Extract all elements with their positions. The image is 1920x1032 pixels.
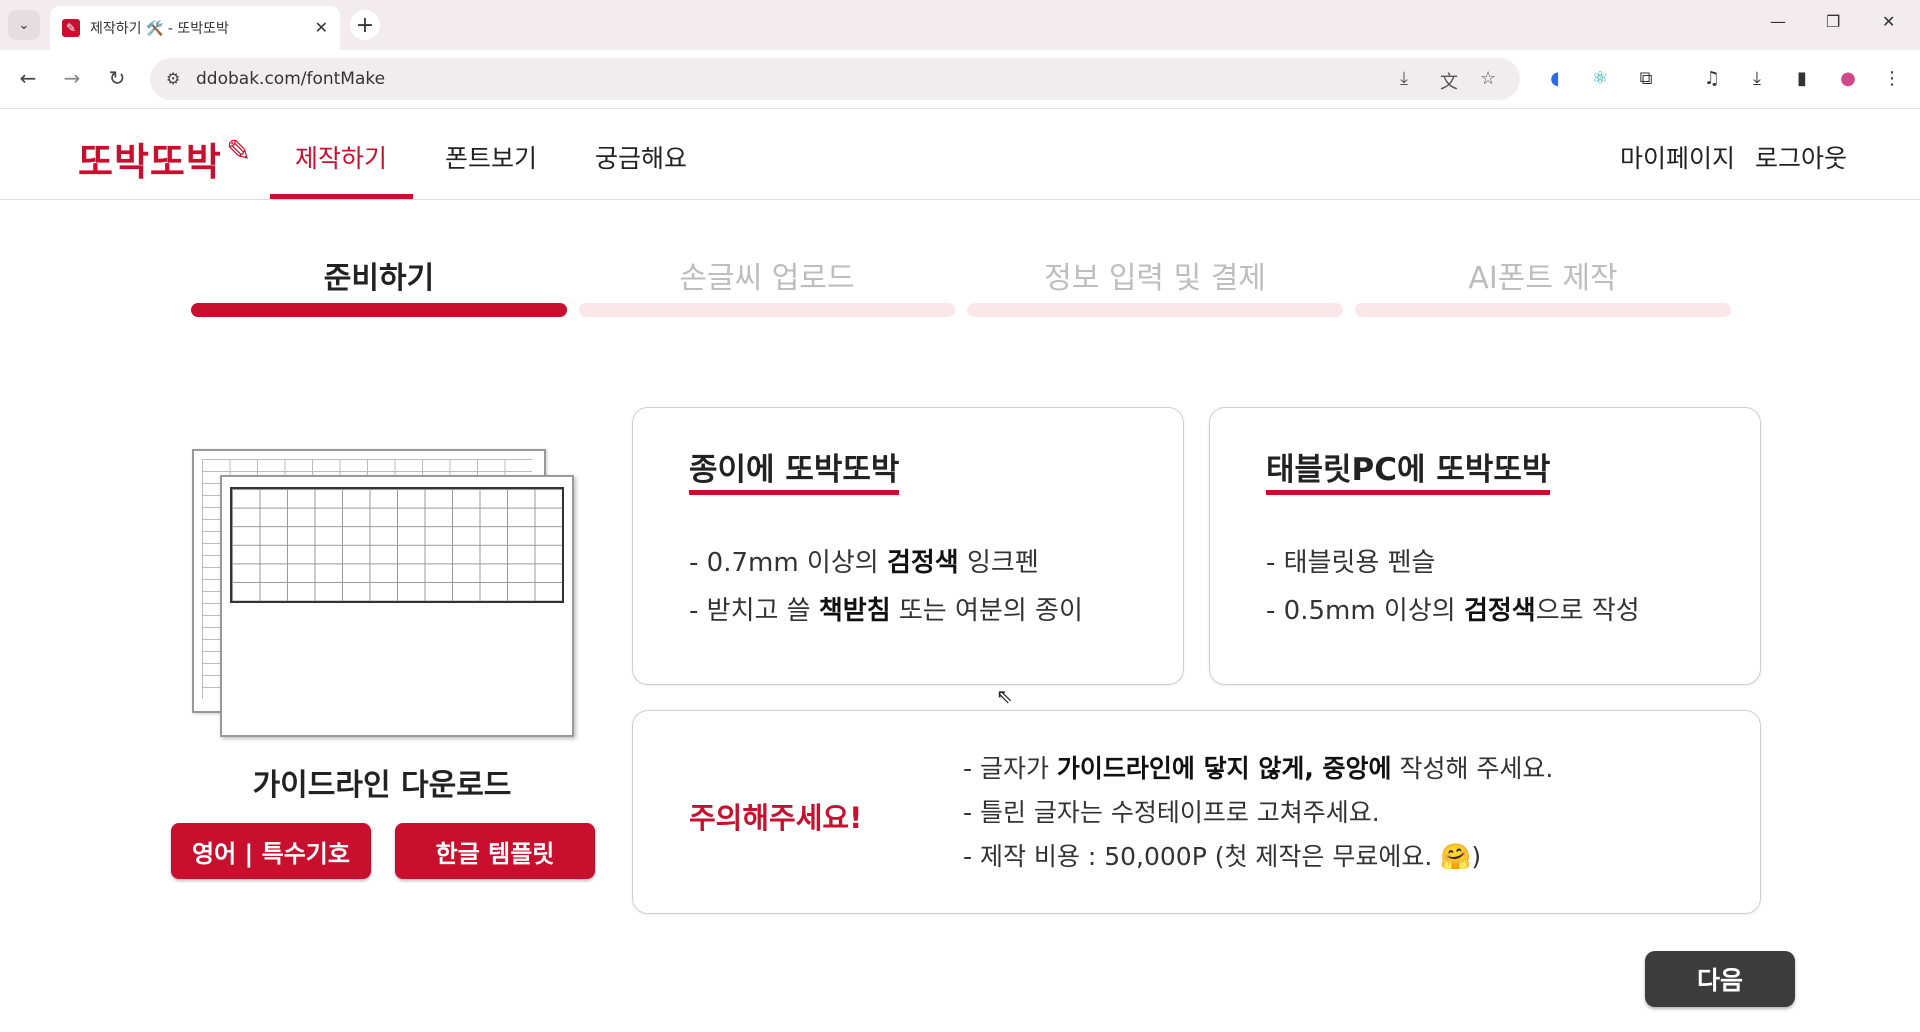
- guideline-download-title: 가이드라인 다운로드: [252, 768, 512, 803]
- profile-avatar-icon[interactable]: ●: [1836, 66, 1860, 90]
- paper-card-line-2: - 받치고 쓸 책받침 또는 여분의 종이: [689, 596, 1083, 626]
- notice-card: 주의해주세요! - 글자가 가이드라인에 닿지 않게, 중앙에 작성해 주세요.…: [632, 710, 1761, 914]
- logout-link[interactable]: 로그아웃: [1755, 139, 1847, 175]
- nav-make[interactable]: 제작하기: [295, 139, 387, 175]
- reload-icon[interactable]: ↻: [104, 66, 130, 90]
- step-bar-prepare: [191, 303, 567, 317]
- site-logo[interactable]: 또박또박: [78, 131, 222, 186]
- step-label-ai-font: AI폰트 제작: [1468, 261, 1618, 296]
- url-text[interactable]: ddobak.com/fontMake: [196, 69, 385, 89]
- download-korean-template-button[interactable]: 한글 템플릿: [395, 823, 595, 879]
- tablet-card-title: 태블릿PC에 또박또박: [1266, 452, 1551, 495]
- browser-menu-icon[interactable]: ⋮: [1880, 66, 1904, 90]
- chevron-down-icon: ⌄: [18, 17, 30, 33]
- back-icon[interactable]: ←: [15, 66, 41, 90]
- restore-icon[interactable]: ❐: [1826, 12, 1840, 31]
- step-bar-ai-font: [1355, 303, 1731, 317]
- step-label-prepare: 준비하기: [323, 261, 435, 296]
- next-button[interactable]: 다음: [1645, 951, 1795, 1007]
- extensions-puzzle-icon[interactable]: ⧉: [1634, 66, 1658, 90]
- notice-line-3: - 제작 비용 : 50,000P (첫 제작은 무료에요. 🤗): [963, 842, 1482, 871]
- mypage-link[interactable]: 마이페이지: [1620, 139, 1735, 175]
- close-icon[interactable]: ✕: [315, 18, 328, 37]
- translate-icon[interactable]: 文: [1440, 68, 1458, 94]
- tab-title: 제작하기 🛠️ - 또박또박: [90, 21, 229, 37]
- tablet-card-line-1: - 태블릿용 펜슬: [1266, 548, 1436, 578]
- window-close-icon[interactable]: ✕: [1882, 12, 1895, 31]
- paper-card-line-1: - 0.7mm 이상의 검정색 잉크펜: [689, 548, 1039, 578]
- tablet-card-line-2: - 0.5mm 이상의 검정색으로 작성: [1266, 596, 1640, 626]
- nav-faq[interactable]: 궁금해요: [595, 139, 687, 175]
- download-icon[interactable]: ⤓: [1745, 66, 1769, 90]
- step-bar-upload: [579, 303, 955, 317]
- step-bar-payment: [967, 303, 1343, 317]
- browser-tab[interactable]: ✎ 제작하기 🛠️ - 또박또박 ✕: [50, 6, 340, 50]
- paper-card-title: 종이에 또박또박: [689, 452, 900, 495]
- nav-fonts[interactable]: 폰트보기: [445, 139, 537, 175]
- active-nav-underline: [270, 194, 413, 199]
- notice-line-1: - 글자가 가이드라인에 닿지 않게, 중앙에 작성해 주세요.: [963, 754, 1554, 783]
- guideline-grid-front: [230, 487, 564, 603]
- notice-title: 주의해주세요!: [689, 801, 863, 835]
- new-tab-button[interactable]: +: [350, 10, 380, 40]
- plus-icon: +: [355, 12, 375, 38]
- mouse-cursor-icon: ⇖: [996, 684, 1013, 708]
- minimize-icon[interactable]: —: [1770, 12, 1786, 31]
- extension-react-icon[interactable]: ⚛: [1588, 66, 1612, 90]
- favicon-pencil-icon: ✎: [62, 19, 80, 37]
- forward-icon[interactable]: →: [59, 66, 85, 90]
- notice-line-2: - 틀린 글자는 수정테이프로 고쳐주세요.: [963, 798, 1380, 827]
- step-label-upload: 손글씨 업로드: [679, 261, 855, 296]
- download-english-symbols-button[interactable]: 영어 | 특수기호: [171, 823, 371, 879]
- pencil-icon: ✎: [226, 134, 252, 169]
- site-settings-icon[interactable]: ⚙: [166, 69, 180, 88]
- browser-tab-bar: ⌄ ✎ 제작하기 🛠️ - 또박또박 ✕ + — ❐ ✕: [0, 0, 1920, 50]
- install-app-icon[interactable]: ⤓: [1400, 68, 1408, 89]
- address-bar[interactable]: ⚙ ddobak.com/fontMake ⤓ 文 ☆: [150, 58, 1520, 100]
- guideline-preview-front: [220, 475, 574, 737]
- extension-wave-icon[interactable]: ◖: [1543, 66, 1567, 90]
- paper-card: 종이에 또박또박 - 0.7mm 이상의 검정색 잉크펜 - 받치고 쓸 책받침…: [632, 407, 1184, 685]
- bookmark-star-icon[interactable]: ☆: [1480, 68, 1496, 89]
- tablet-card: 태블릿PC에 또박또박 - 태블릿용 펜슬 - 0.5mm 이상의 검정색으로 …: [1209, 407, 1761, 685]
- site-header: 또박또박 ✎ 제작하기 폰트보기 궁금해요 마이페이지 로그아웃: [0, 109, 1920, 200]
- media-control-icon[interactable]: ♫: [1700, 66, 1724, 90]
- step-label-payment: 정보 입력 및 결제: [1044, 261, 1266, 296]
- browser-toolbar: ← → ↻ ⚙ ddobak.com/fontMake ⤓ 文 ☆: [0, 50, 1920, 109]
- side-panel-icon[interactable]: ▮: [1790, 66, 1814, 90]
- tab-search-button[interactable]: ⌄: [8, 10, 40, 40]
